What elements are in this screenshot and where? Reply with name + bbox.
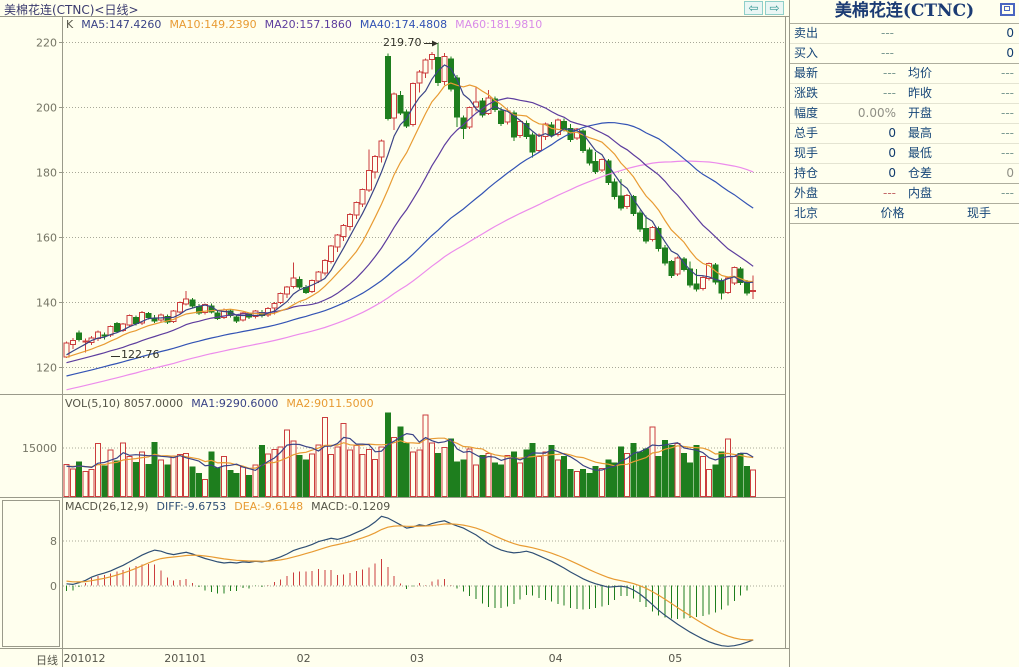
quote-title: 美棉花连(CTNC) xyxy=(790,0,1019,24)
quote-label: 卖出 xyxy=(794,24,836,43)
period-label: 日线 xyxy=(36,652,58,667)
quote-value: --- xyxy=(832,64,896,83)
ma-value-label: MA60:181.9810 xyxy=(455,18,542,31)
quote-label: 最低 xyxy=(908,144,952,163)
chart-titlebar: 美棉花连(CTNC)<日线> ⇦ ⇨ xyxy=(0,0,789,16)
chart-area: 220 200 180 160 140 120 15000 8 0 美棉花连(CTNC)<日线>… xyxy=(0,0,789,667)
chart-title: 美棉花连(CTNC)<日线> xyxy=(4,1,139,18)
quote-value: 0 xyxy=(832,124,896,143)
quote-value: 0 xyxy=(832,144,896,163)
ma-value-label: MA20:157.1860 xyxy=(265,18,352,31)
svg-text:140: 140 xyxy=(36,297,57,310)
low-price-annotation: 122.76 xyxy=(121,348,160,361)
trading-terminal: 220 200 180 160 140 120 15000 8 0 美棉花连(CTNC)<日线>… xyxy=(0,0,1019,667)
quote-label: 开盘 xyxy=(908,104,952,123)
quote-value: --- xyxy=(836,44,894,63)
ma-value-label: MA40:174.4808 xyxy=(360,18,447,31)
date-tick-label: 03 xyxy=(410,652,424,665)
quote-col-header: 北京 xyxy=(794,204,860,223)
macd-lines xyxy=(67,516,754,646)
macd-histogram xyxy=(67,559,754,619)
volume-indicator-header: VOL(5,10) 8057.0000 MA1:9290.6000 MA2:9011… xyxy=(65,397,382,410)
quote-value: --- xyxy=(952,64,1014,83)
high-price-annotation: 219.70 xyxy=(383,36,422,49)
quote-label: 买入 xyxy=(794,44,836,63)
svg-text:160: 160 xyxy=(36,232,57,245)
quote-label: 仓差 xyxy=(908,164,952,183)
quote-label: 持仓 xyxy=(794,164,832,183)
date-tick-label: 05 xyxy=(668,652,682,665)
quote-label: 最新 xyxy=(794,64,832,83)
quote-label: 幅度 xyxy=(794,104,832,123)
svg-text:15000: 15000 xyxy=(22,442,57,455)
axis-labels: 220 200 180 160 140 120 15000 8 0 xyxy=(22,37,57,594)
quote-value: --- xyxy=(952,124,1014,143)
scroll-left-button[interactable]: ⇦ xyxy=(744,1,763,15)
quote-value: --- xyxy=(952,84,1014,103)
quote-col-header: 价格 xyxy=(860,204,926,223)
quote-value: 0 xyxy=(952,164,1014,183)
quote-value: --- xyxy=(952,104,1014,123)
volume-series xyxy=(64,413,756,497)
quote-value: --- xyxy=(836,24,894,43)
macd-value-label: MACD:-0.1209 xyxy=(311,500,390,513)
date-tick-label: 201012 xyxy=(64,652,106,665)
quote-value: --- xyxy=(952,144,1014,163)
svg-text:220: 220 xyxy=(36,37,57,50)
svg-text:0: 0 xyxy=(50,580,57,593)
date-tick-label: 201101 xyxy=(164,652,206,665)
quote-value: --- xyxy=(952,184,1014,203)
quote-value: 0 xyxy=(894,24,1014,43)
vol-value-label: MA2:9011.5000 xyxy=(286,397,373,410)
scroll-right-button[interactable]: ⇨ xyxy=(765,1,784,15)
quote-value: 0.00% xyxy=(832,104,896,123)
svg-text:200: 200 xyxy=(36,102,57,115)
vol-value-label: MA1:9290.6000 xyxy=(191,397,278,410)
svg-text:8: 8 xyxy=(50,535,57,548)
macd-value-label: DIFF:-9.6753 xyxy=(157,500,227,513)
quote-label: 外盘 xyxy=(794,184,832,203)
quote-value: --- xyxy=(832,84,896,103)
quote-label: 总手 xyxy=(794,124,832,143)
vol-value-label: VOL(5,10) 8057.0000 xyxy=(65,397,183,410)
quote-label: 昨收 xyxy=(908,84,952,103)
quote-label: 均价 xyxy=(908,64,952,83)
restore-window-icon[interactable] xyxy=(1000,3,1015,16)
date-tick-label: 04 xyxy=(549,652,563,665)
macd-indicator-header: MACD(26,12,9) DIFF:-9.6753 DEA:-9.6148 MACD… xyxy=(65,500,398,513)
quote-panel: 美棉花连(CTNC) 卖出---0买入---0最新---均价---涨跌---昨收… xyxy=(789,0,1019,667)
ma-value-label: MA10:149.2390 xyxy=(169,18,256,31)
quote-label: 涨跌 xyxy=(794,84,832,103)
quote-label: 最高 xyxy=(908,124,952,143)
quote-label: 内盘 xyxy=(908,184,952,203)
ma-value-label: MA5:147.4260 xyxy=(81,18,161,31)
macd-value-label: MACD(26,12,9) xyxy=(65,500,149,513)
date-tick-label: 02 xyxy=(297,652,311,665)
date-axis-bar: 日线 201012 201101 02 03 04 05 xyxy=(0,650,789,667)
svg-text:120: 120 xyxy=(36,362,57,375)
macd-value-label: DEA:-9.6148 xyxy=(234,500,303,513)
candlestick-series xyxy=(64,43,756,358)
ma-value-label: K xyxy=(66,18,73,31)
chart-canvas[interactable]: 220 200 180 160 140 120 15000 8 0 xyxy=(0,0,789,667)
quote-value: 0 xyxy=(832,164,896,183)
quote-value: --- xyxy=(832,184,896,203)
quote-col-header: 现手 xyxy=(925,204,991,223)
quote-value: 0 xyxy=(894,44,1014,63)
kline-indicator-header: K MA5:147.4260 MA10:149.2390 MA20:157.1860 M… xyxy=(66,18,550,31)
quote-rows: 卖出---0买入---0最新---均价---涨跌---昨收---幅度0.00%开… xyxy=(790,24,1019,224)
quote-label: 现手 xyxy=(794,144,832,163)
svg-text:180: 180 xyxy=(36,167,57,180)
